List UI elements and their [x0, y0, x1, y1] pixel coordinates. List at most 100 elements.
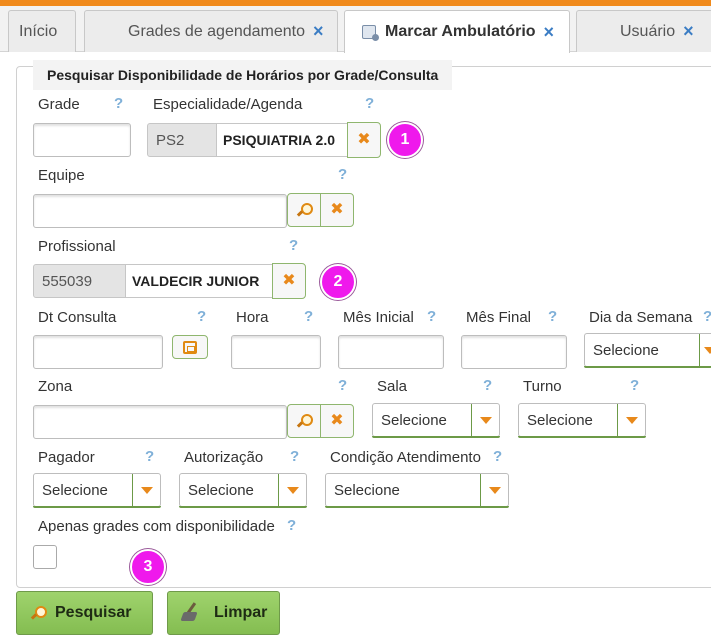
clear-equipe-button[interactable]: ✖: [320, 193, 354, 227]
calendar-page-icon: [362, 25, 379, 41]
dropdown-toggle[interactable]: [617, 404, 645, 436]
clear-icon: ✖: [282, 272, 296, 289]
pagador-select[interactable]: Selecione: [33, 473, 161, 508]
hora-input[interactable]: [231, 335, 321, 369]
dia-semana-value: Selecione: [593, 341, 659, 359]
dropdown-toggle[interactable]: [471, 404, 499, 436]
help-icon[interactable]: ?: [493, 448, 502, 465]
help-icon[interactable]: ?: [548, 308, 557, 325]
help-icon[interactable]: ?: [630, 377, 639, 394]
mes-inicial-input[interactable]: [338, 335, 444, 369]
chevron-down-icon: [140, 486, 153, 494]
help-icon[interactable]: ?: [145, 448, 154, 465]
autorizacao-label: Autorização: [184, 449, 264, 466]
sala-select[interactable]: Selecione: [372, 403, 500, 438]
select-underline: [372, 436, 500, 438]
close-icon[interactable]: ×: [544, 22, 555, 43]
help-icon[interactable]: ?: [114, 95, 123, 112]
tab-grades-de-agendamento[interactable]: Grades de agendamento ×: [84, 10, 338, 52]
zona-label: Zona: [38, 378, 73, 395]
tab-bar: Início Grades de agendamento × Marcar Am…: [0, 6, 711, 53]
search-equipe-button[interactable]: [287, 193, 321, 227]
dia-semana-select[interactable]: Selecione: [584, 333, 711, 368]
limpar-button[interactable]: Limpar: [167, 591, 280, 635]
sala-label: Sala: [377, 378, 408, 395]
help-icon[interactable]: ?: [338, 377, 347, 394]
dropdown-toggle[interactable]: [699, 334, 711, 366]
chevron-down-icon: [286, 486, 299, 494]
help-icon[interactable]: ?: [703, 308, 711, 325]
step-badge-2: 2: [320, 264, 356, 300]
help-icon[interactable]: ?: [427, 308, 436, 325]
dt-consulta-label: Dt Consulta: [38, 309, 117, 326]
chevron-down-icon: [703, 346, 711, 354]
select-underline: [325, 506, 509, 508]
search-icon: [297, 414, 313, 428]
close-icon[interactable]: ×: [683, 21, 694, 42]
grade-input[interactable]: [33, 123, 131, 157]
help-icon[interactable]: ?: [483, 377, 492, 394]
dt-consulta-input[interactable]: [33, 335, 163, 369]
select-underline: [179, 506, 307, 508]
mes-inicial-label: Mês Inicial: [343, 309, 414, 326]
especialidade-name: PSIQUIATRIA 2.0: [217, 123, 348, 157]
dropdown-toggle[interactable]: [278, 474, 306, 506]
help-icon[interactable]: ?: [304, 308, 313, 325]
tab-label: Grades de agendamento: [128, 22, 306, 40]
search-zona-button[interactable]: [287, 404, 321, 438]
select-underline: [33, 506, 161, 508]
turno-value: Selecione: [527, 411, 593, 429]
especialidade-label: Especialidade/Agenda: [153, 96, 303, 113]
pagador-value: Selecione: [42, 481, 108, 499]
broom-icon: [182, 604, 204, 622]
step-badge-3: 3: [130, 549, 166, 585]
calendar-button[interactable]: [172, 335, 208, 359]
clear-icon: ✖: [357, 131, 371, 148]
tab-label: Marcar Ambulatório: [385, 23, 536, 40]
equipe-input[interactable]: [33, 194, 287, 228]
profissional-code: 555039: [33, 264, 126, 298]
sala-value: Selecione: [381, 411, 447, 429]
chevron-down-icon: [625, 416, 638, 424]
hora-label: Hora: [236, 309, 269, 326]
chevron-down-icon: [479, 416, 492, 424]
panel-title: Pesquisar Disponibilidade de Horários po…: [33, 60, 453, 90]
autorizacao-select[interactable]: Selecione: [179, 473, 307, 508]
pesquisar-button[interactable]: Pesquisar: [16, 591, 153, 635]
select-underline: [518, 436, 646, 438]
condicao-select[interactable]: Selecione: [325, 473, 509, 508]
help-icon[interactable]: ?: [338, 166, 347, 183]
tab-marcar-ambulatorio[interactable]: Marcar Ambulatório ×: [344, 10, 570, 53]
help-icon[interactable]: ?: [365, 95, 374, 112]
help-icon[interactable]: ?: [289, 237, 298, 254]
calendar-icon: [183, 340, 197, 354]
clear-especialidade-button[interactable]: ✖: [347, 122, 381, 158]
help-icon[interactable]: ?: [197, 308, 206, 325]
grade-label: Grade: [38, 96, 80, 113]
close-icon[interactable]: ×: [313, 21, 324, 42]
help-icon[interactable]: ?: [287, 517, 296, 534]
dropdown-toggle[interactable]: [132, 474, 160, 506]
dropdown-toggle[interactable]: [480, 474, 508, 506]
especialidade-code: PS2: [147, 123, 217, 157]
clear-profissional-button[interactable]: ✖: [272, 263, 306, 299]
profissional-label: Profissional: [38, 238, 116, 255]
mes-final-input[interactable]: [461, 335, 567, 369]
tab-usuario[interactable]: Usuário ×: [576, 10, 711, 52]
tab-label: Início: [19, 22, 58, 40]
search-icon: [297, 203, 313, 217]
turno-select[interactable]: Selecione: [518, 403, 646, 438]
profissional-name: VALDECIR JUNIOR: [126, 264, 274, 298]
search-icon: [31, 606, 47, 620]
apenas-grades-checkbox[interactable]: [33, 545, 57, 569]
mes-final-label: Mês Final: [466, 309, 532, 326]
tab-label: Usuário: [620, 22, 676, 40]
pagador-label: Pagador: [38, 449, 95, 466]
tab-inicio[interactable]: Início: [8, 10, 76, 52]
help-icon[interactable]: ?: [290, 448, 299, 465]
clear-icon: ✖: [330, 201, 344, 218]
apenas-grades-label: Apenas grades com disponibilidade: [38, 518, 275, 535]
clear-zona-button[interactable]: ✖: [320, 404, 354, 438]
limpar-label: Limpar: [214, 604, 268, 621]
zona-input[interactable]: [33, 405, 287, 439]
